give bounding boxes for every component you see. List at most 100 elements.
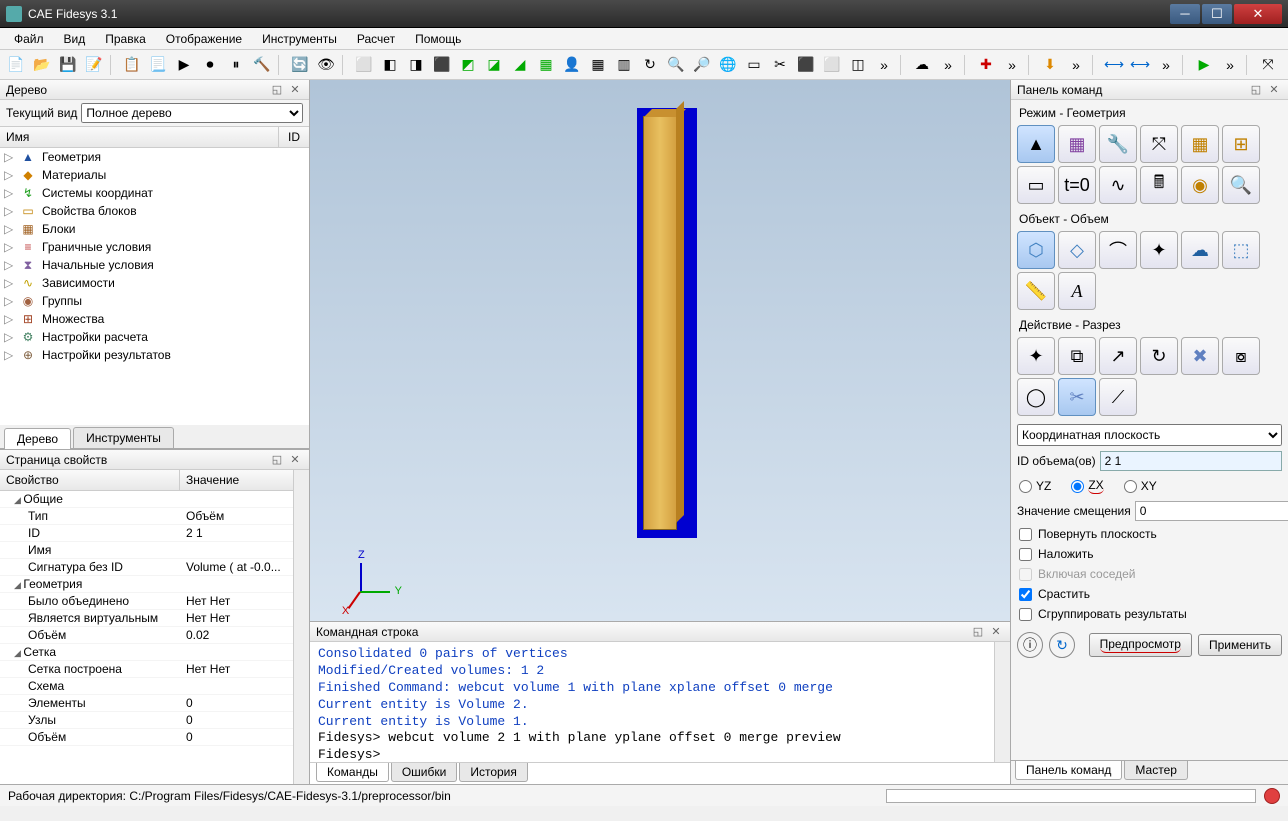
radio-xy[interactable]: XY xyxy=(1124,478,1157,494)
act-rotate-icon[interactable]: ↻ xyxy=(1140,337,1178,375)
id-input[interactable] xyxy=(1100,451,1282,471)
scrollbar[interactable] xyxy=(293,470,309,784)
maximize-button[interactable]: ☐ xyxy=(1202,4,1232,24)
close-button[interactable]: ✕ xyxy=(1234,4,1282,24)
record-icon[interactable]: ⏺ xyxy=(198,53,222,77)
cube5-icon[interactable]: ◩ xyxy=(456,53,480,77)
prop-row[interactable]: ID2 1 xyxy=(0,525,293,542)
save-icon[interactable]: 💾 xyxy=(56,53,80,77)
prop-row[interactable]: Геометрия xyxy=(0,576,293,593)
close-panel-icon[interactable]: ✕ xyxy=(287,83,303,97)
obj-volume-icon[interactable]: ⬡ xyxy=(1017,231,1055,269)
props-col-val[interactable]: Значение xyxy=(180,470,293,490)
obj-vertex-icon[interactable]: ✦ xyxy=(1140,231,1178,269)
cubeo-icon[interactable]: ⬜ xyxy=(820,53,844,77)
script-icon[interactable]: 📋 xyxy=(120,53,144,77)
menu-tools[interactable]: Инструменты xyxy=(254,30,345,48)
more1-icon[interactable]: » xyxy=(872,53,896,77)
prop-row[interactable]: Схема xyxy=(0,678,293,695)
tree-item[interactable]: ▷▲Геометрия xyxy=(0,148,309,166)
radio-yz[interactable]: YZ xyxy=(1019,478,1051,494)
close4-icon[interactable]: ✕ xyxy=(1266,83,1282,97)
chk-group[interactable]: Сгруппировать результаты xyxy=(1017,604,1282,624)
cmd-tab-commands[interactable]: Команды xyxy=(316,763,389,782)
mode-dep-icon[interactable]: ∿ xyxy=(1099,166,1137,204)
zoomin-icon[interactable]: 🔍 xyxy=(664,53,688,77)
grid-icon[interactable]: ▦ xyxy=(586,53,610,77)
menu-edit[interactable]: Правка xyxy=(97,30,154,48)
mode-mesh-icon[interactable]: ▦ xyxy=(1058,125,1096,163)
props-body[interactable]: ОбщиеТипОбъёмID2 1ИмяСигнатура без IDVol… xyxy=(0,491,293,784)
viewport-3d[interactable] xyxy=(310,80,1010,621)
tree-item[interactable]: ▷≡Граничные условия xyxy=(0,238,309,256)
more5-icon[interactable]: » xyxy=(1154,53,1178,77)
menu-view[interactable]: Вид xyxy=(56,30,94,48)
tree-item[interactable]: ▷∿Зависимости xyxy=(0,274,309,292)
mode-search-icon[interactable]: 🔍 xyxy=(1222,166,1260,204)
prop-row[interactable]: Сетка xyxy=(0,644,293,661)
clip-icon[interactable]: ✂ xyxy=(768,53,792,77)
mode-bc-icon[interactable]: ▭ xyxy=(1017,166,1055,204)
obj-measure-icon[interactable]: 📏 xyxy=(1017,272,1055,310)
prop-row[interactable]: Имя xyxy=(0,542,293,559)
tree-col-id[interactable]: ID xyxy=(279,127,309,147)
obj-text-icon[interactable]: A xyxy=(1058,272,1096,310)
reset-button[interactable]: ↻ xyxy=(1049,632,1075,658)
cube6-icon[interactable]: ◪ xyxy=(482,53,506,77)
script2-icon[interactable]: 📃 xyxy=(146,53,170,77)
stop-button[interactable] xyxy=(1264,788,1280,804)
chk-rotate[interactable]: Повернуть плоскость xyxy=(1017,524,1282,544)
menu-help[interactable]: Помощь xyxy=(407,30,469,48)
view-icon[interactable]: 👁 xyxy=(314,53,338,77)
act-copy-icon[interactable]: ⧉ xyxy=(1058,337,1096,375)
act-imprint-icon[interactable]: ⧇ xyxy=(1222,337,1260,375)
cubep-icon[interactable]: ◫ xyxy=(846,53,870,77)
undock2-icon[interactable]: ◱ xyxy=(269,453,285,467)
more3-icon[interactable]: » xyxy=(1000,53,1024,77)
tree-col-name[interactable]: Имя xyxy=(0,127,279,147)
menu-display[interactable]: Отображение xyxy=(158,30,250,48)
mode-geometry-icon[interactable]: ▲ xyxy=(1017,125,1055,163)
more7-icon[interactable]: » xyxy=(1282,53,1288,77)
tab-tools[interactable]: Инструменты xyxy=(73,427,174,448)
new-icon[interactable]: 📄 xyxy=(4,53,28,77)
prop-row[interactable]: Общие xyxy=(0,491,293,508)
cubeg-icon[interactable]: ⬛ xyxy=(794,53,818,77)
prop-row[interactable]: Было объединеноНет Нет xyxy=(0,593,293,610)
dim1-icon[interactable]: ⟷ xyxy=(1102,53,1126,77)
obj-surface-icon[interactable]: ◇ xyxy=(1058,231,1096,269)
tree-body[interactable]: ▷▲Геометрия▷◆Материалы▷↯Системы координа… xyxy=(0,148,309,425)
act-delete-icon[interactable]: ✖ xyxy=(1181,337,1219,375)
cube3-icon[interactable]: ◨ xyxy=(404,53,428,77)
act-webcut-icon[interactable]: ✂ xyxy=(1058,378,1096,416)
tree-item[interactable]: ▷▭Свойства блоков xyxy=(0,202,309,220)
undock-icon[interactable]: ◱ xyxy=(269,83,285,97)
chk-imprint[interactable]: Наложить xyxy=(1017,544,1282,564)
tree-item[interactable]: ▷◉Группы xyxy=(0,292,309,310)
cloud-icon[interactable]: ☁ xyxy=(910,53,934,77)
offset-input[interactable] xyxy=(1135,501,1288,521)
tree-item[interactable]: ▷◆Материалы xyxy=(0,166,309,184)
chk-merge[interactable]: Срастить xyxy=(1017,584,1282,604)
journal-icon[interactable]: 📝 xyxy=(82,53,106,77)
radio-zx[interactable]: ZX xyxy=(1071,478,1103,494)
mode-res-icon[interactable]: ◉ xyxy=(1181,166,1219,204)
obj-curve-icon[interactable]: ⌒ xyxy=(1099,231,1137,269)
mode-coord-icon[interactable]: ⤧ xyxy=(1140,125,1178,163)
cube1-icon[interactable]: ⬜ xyxy=(352,53,376,77)
tree-item[interactable]: ▷⧗Начальные условия xyxy=(0,256,309,274)
axis-icon[interactable]: ✚ xyxy=(974,53,998,77)
grid2-icon[interactable]: ▥ xyxy=(612,53,636,77)
preview-button[interactable]: Предпросмотр xyxy=(1089,633,1192,657)
obj-body-icon[interactable]: ⬚ xyxy=(1222,231,1260,269)
props-col-prop[interactable]: Свойство xyxy=(0,470,180,490)
rotate-icon[interactable]: 🔄 xyxy=(288,53,312,77)
run-icon[interactable]: ▶ xyxy=(1192,53,1216,77)
prop-row[interactable]: ТипОбъём xyxy=(0,508,293,525)
prop-row[interactable]: Объём0.02 xyxy=(0,627,293,644)
persp-icon[interactable]: ▭ xyxy=(742,53,766,77)
axis2-icon[interactable]: ⤧ xyxy=(1256,53,1280,77)
scrollbar2[interactable] xyxy=(994,642,1010,762)
mode-ic-icon[interactable]: t=0 xyxy=(1058,166,1096,204)
act-move-icon[interactable]: ↗ xyxy=(1099,337,1137,375)
